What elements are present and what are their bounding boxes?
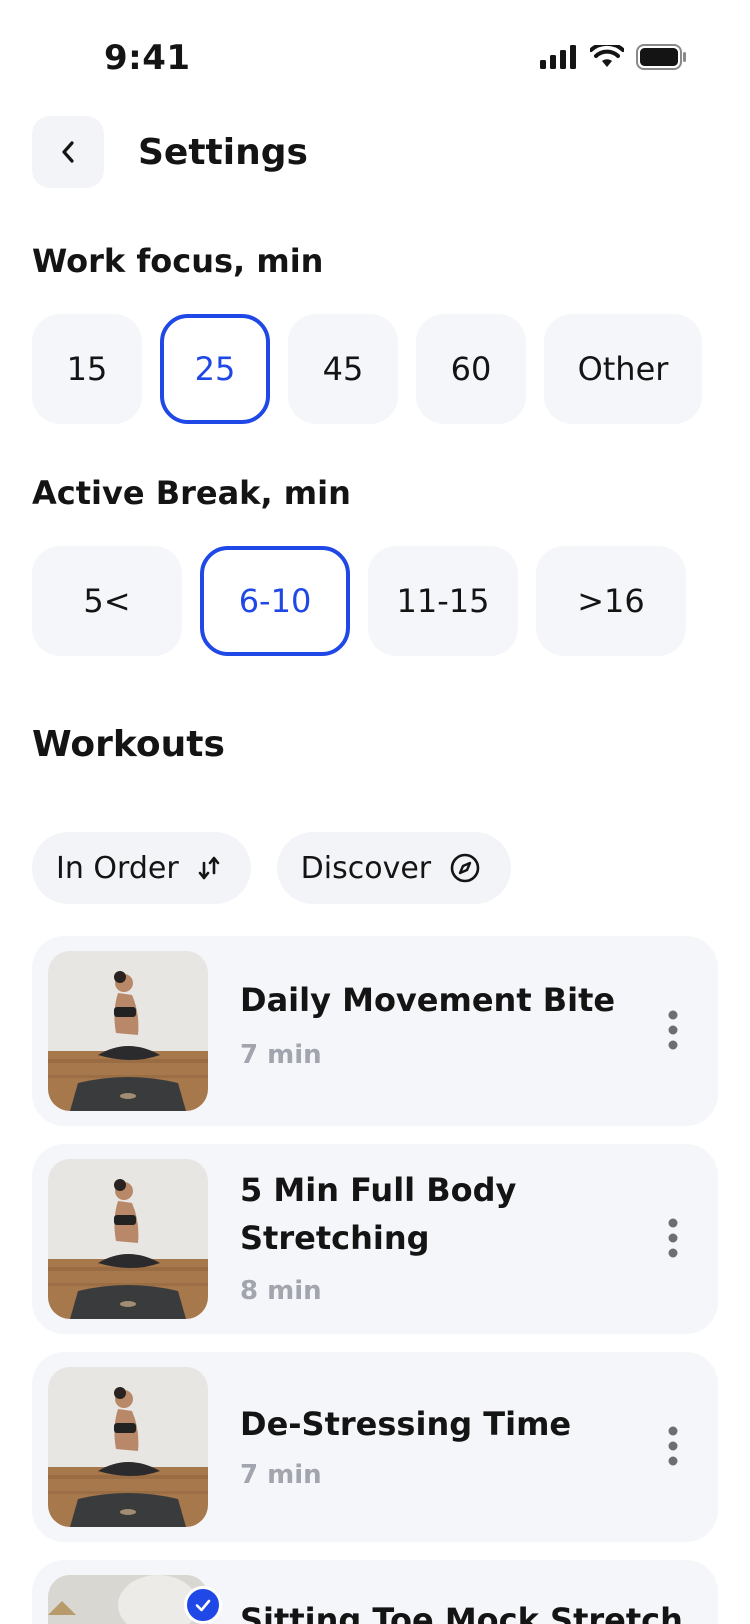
workout-card[interactable]: 5 Min Full Body Stretching 8 min [32, 1144, 718, 1334]
more-vertical-icon[interactable] [668, 1218, 678, 1258]
workouts-title: Workouts [32, 724, 225, 765]
active-break-option-over-16[interactable]: >16 [536, 546, 686, 656]
more-vertical-icon[interactable] [668, 1010, 678, 1050]
status-icons [540, 44, 688, 70]
discover-chip[interactable]: Discover [276, 832, 512, 904]
active-break-option-6-10[interactable]: 6-10 [200, 546, 350, 656]
in-order-label: In Order [56, 850, 179, 886]
battery-icon [636, 44, 686, 70]
compass-icon [450, 853, 480, 883]
more-vertical-icon[interactable] [668, 1426, 678, 1466]
workout-card[interactable]: De-Stressing Time 7 min [32, 1352, 718, 1542]
work-focus-option-60[interactable]: 60 [416, 314, 526, 424]
workout-duration: 7 min [240, 1040, 322, 1070]
workout-thumbnail [48, 951, 208, 1111]
header: Settings [32, 116, 308, 188]
discover-label: Discover [300, 850, 432, 886]
work-focus-option-other[interactable]: Other [544, 314, 702, 424]
checkmark-icon [195, 1599, 211, 1612]
sort-arrows-icon [198, 856, 219, 880]
workout-title: Daily Movement Bite [240, 981, 616, 1019]
active-break-title: Active Break, min [32, 474, 351, 512]
workout-title: De-Stressing Time [240, 1405, 572, 1443]
status-time: 9:41 [104, 38, 191, 78]
active-break-option-under-5[interactable]: 5< [32, 546, 182, 656]
workout-title: Sitting Toe Mock Stretch [240, 1601, 683, 1624]
workout-duration: 8 min [240, 1276, 322, 1306]
chevron-left-icon [62, 141, 74, 163]
workout-filters: In Order Discover [32, 832, 512, 904]
workout-thumbnail [48, 1159, 208, 1319]
workout-card[interactable]: Sitting Toe Mock Stretch [32, 1560, 718, 1624]
workout-thumbnail [48, 1367, 208, 1527]
page-title: Settings [138, 131, 308, 173]
cellular-signal-icon [540, 45, 576, 69]
wifi-icon [590, 45, 624, 67]
work-focus-option-15[interactable]: 15 [32, 314, 142, 424]
active-break-option-11-15[interactable]: 11-15 [368, 546, 518, 656]
in-order-chip[interactable]: In Order [32, 832, 251, 904]
back-button[interactable] [32, 116, 104, 188]
work-focus-title: Work focus, min [32, 242, 324, 280]
workout-card[interactable]: Daily Movement Bite 7 min [32, 936, 718, 1126]
active-break-options: 5< 6-10 11-15 >16 [32, 546, 686, 656]
workout-duration: 7 min [240, 1460, 322, 1490]
workout-title: 5 Min Full Body Stretching [240, 1171, 517, 1257]
work-focus-options: 15 25 45 60 Other [32, 314, 702, 424]
selected-check-badge [184, 1586, 222, 1624]
status-bar: 9:41 [0, 0, 750, 100]
work-focus-option-25[interactable]: 25 [160, 314, 270, 424]
work-focus-option-45[interactable]: 45 [288, 314, 398, 424]
